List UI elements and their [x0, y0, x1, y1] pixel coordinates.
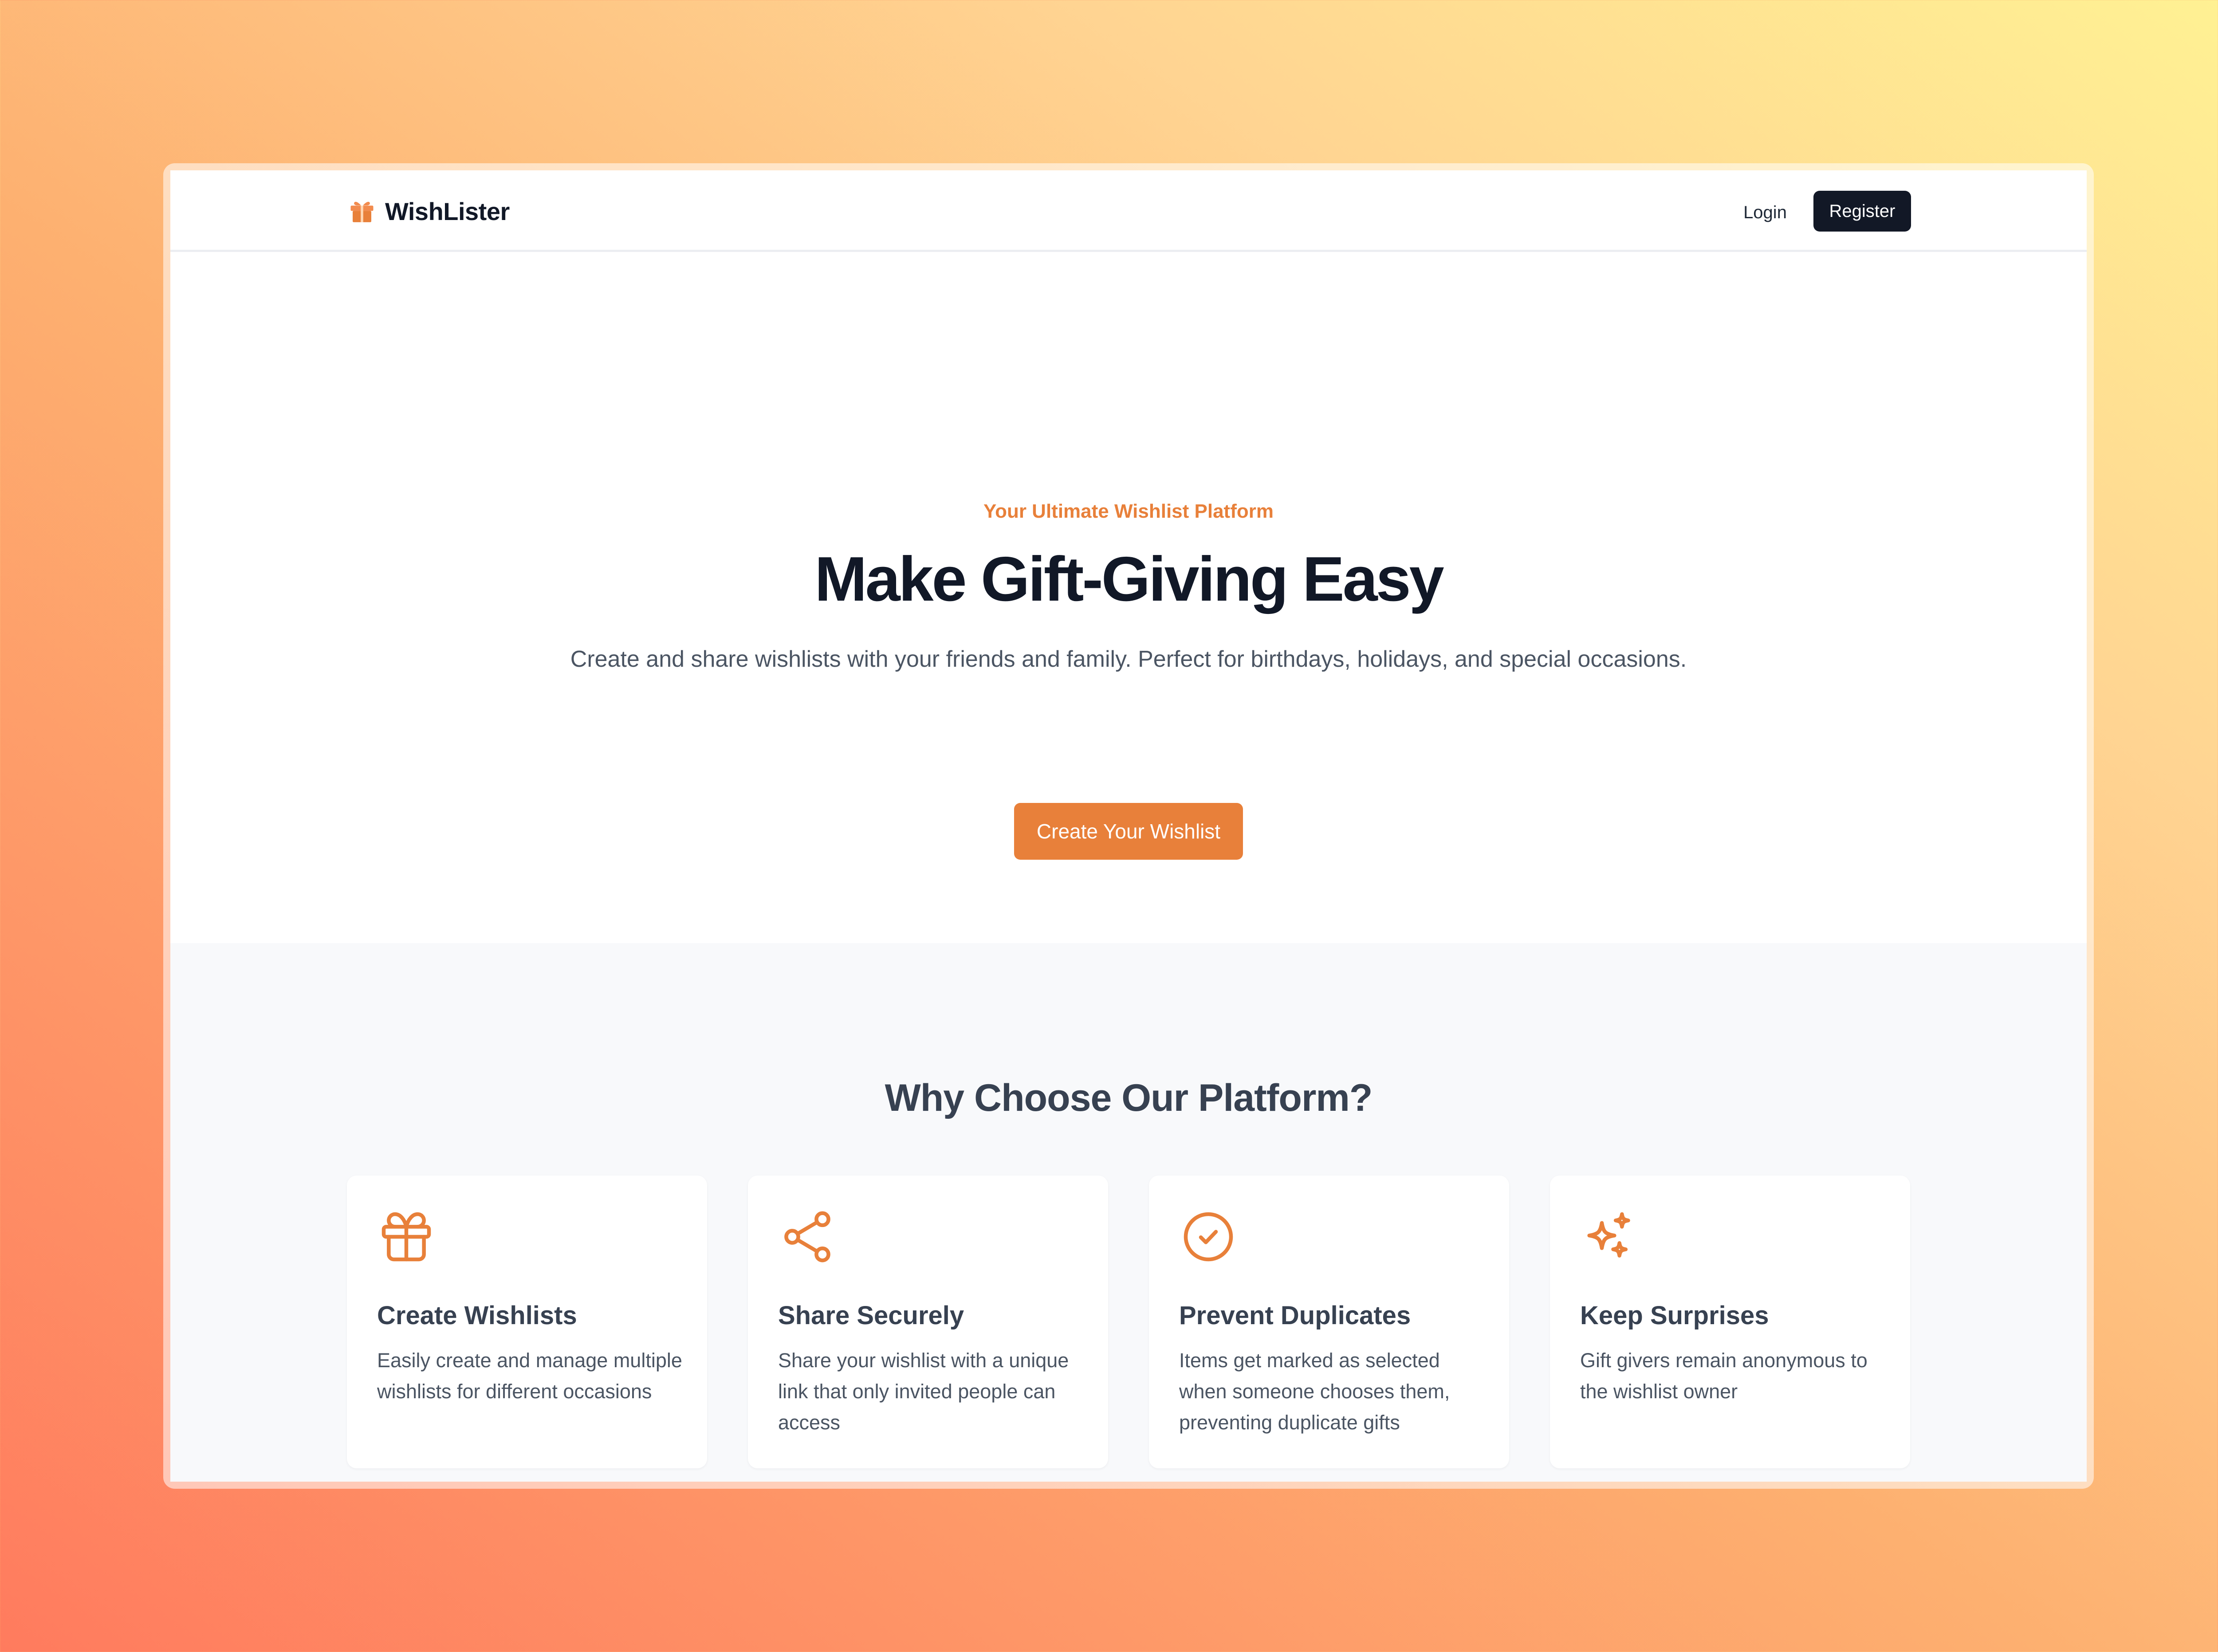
feature-card-share-securely: Share Securely Share your wishlist with … — [748, 1176, 1108, 1468]
feature-card-create-wishlists: Create Wishlists Easily create and manag… — [347, 1176, 707, 1468]
sparkles-icon — [1587, 1212, 1630, 1258]
hero-tagline: Your Ultimate Wishlist Platform — [983, 500, 1274, 522]
feature-description: Easily create and manage multiple wishli… — [377, 1349, 682, 1403]
login-link[interactable]: Login — [1736, 196, 1794, 229]
feature-title: Keep Surprises — [1580, 1301, 1769, 1330]
navbar: WishLister Login Register — [170, 170, 2087, 252]
feature-description: Gift givers remain anonymous to the wish… — [1580, 1349, 1868, 1403]
feature-description: Items get marked as selected when someon… — [1179, 1349, 1450, 1434]
feature-card-prevent-duplicates: Prevent Duplicates Items get marked as s… — [1149, 1176, 1509, 1468]
feature-title: Create Wishlists — [377, 1301, 577, 1330]
feature-title: Prevent Duplicates — [1179, 1301, 1411, 1330]
features-title: Why Choose Our Platform? — [885, 1077, 1373, 1119]
browser-window: WishLister Login Register Your Ultimate … — [170, 170, 2087, 1482]
hero-section: Your Ultimate Wishlist Platform Make Gif… — [170, 252, 2087, 939]
create-wishlist-button[interactable]: Create Your Wishlist — [1014, 803, 1243, 860]
features-section: Why Choose Our Platform? Create Wishlist… — [170, 943, 2087, 1482]
check-circle-icon — [1184, 1212, 1233, 1262]
hero-headline: Make Gift-Giving Easy — [814, 544, 1444, 614]
gift-icon — [350, 201, 374, 222]
brand-name: WishLister — [385, 197, 510, 225]
feature-card-keep-surprises: Keep Surprises Gift givers remain anonym… — [1550, 1176, 1910, 1468]
feature-description: Share your wishlist with a unique link t… — [778, 1349, 1069, 1434]
share-icon — [784, 1211, 830, 1263]
feature-title: Share Securely — [778, 1301, 964, 1330]
gift-icon — [381, 1212, 431, 1262]
register-button[interactable]: Register — [1813, 191, 1911, 232]
hero-subtitle: Create and share wishlists with your fri… — [570, 646, 1687, 672]
brand-logo[interactable]: WishLister — [347, 195, 510, 227]
